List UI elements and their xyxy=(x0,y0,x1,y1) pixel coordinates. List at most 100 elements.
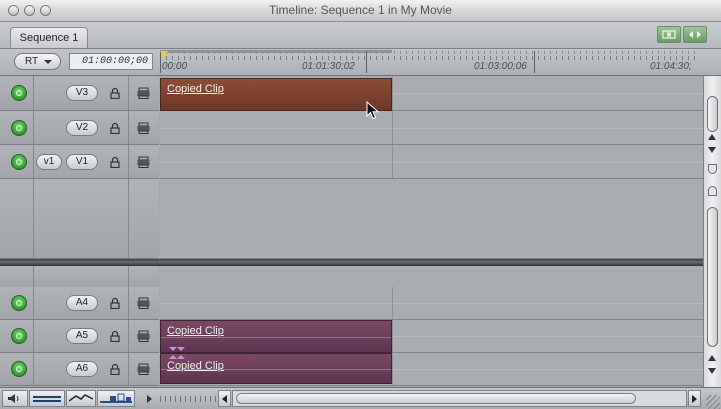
destination-track-button[interactable]: V3 xyxy=(66,85,98,101)
time-ruler[interactable]: 00;00 01:01:30;02 01:03:00;06 01:04:30; xyxy=(160,49,700,75)
destination-track-button[interactable]: A6 xyxy=(66,361,98,377)
timeline-bottom-toolbar xyxy=(0,387,721,409)
video-empty-area xyxy=(0,179,703,259)
track-lane[interactable] xyxy=(160,287,703,320)
scroll-right-button[interactable] xyxy=(688,390,701,407)
scroll-down-arrow-icon[interactable] xyxy=(708,368,716,374)
auto-select-icon[interactable] xyxy=(135,328,151,344)
video-scroll-thumb[interactable] xyxy=(707,96,718,132)
track-lane-empty[interactable] xyxy=(160,266,703,288)
chevron-right-icon xyxy=(692,394,697,403)
zoom-control-button[interactable] xyxy=(97,390,135,407)
chevron-right-icon xyxy=(146,394,152,403)
stereo-pair-icon xyxy=(177,355,185,359)
video-audio-divider[interactable] xyxy=(0,259,703,266)
lock-icon[interactable] xyxy=(107,295,123,311)
lock-icon[interactable] xyxy=(107,85,123,101)
audio-clip[interactable]: Copied Clip xyxy=(160,353,392,384)
header-divider xyxy=(128,320,129,352)
tab-sequence-1[interactable]: Sequence 1 xyxy=(10,27,88,48)
playhead[interactable] xyxy=(160,51,168,58)
horizontal-scrollbar[interactable] xyxy=(232,390,687,407)
header-divider xyxy=(128,353,129,385)
header-divider xyxy=(33,287,34,319)
track-lane[interactable] xyxy=(160,111,703,145)
audio-clip[interactable]: Copied Clip xyxy=(160,320,392,353)
auto-select-icon[interactable] xyxy=(135,295,151,311)
audio-track-height-tab[interactable] xyxy=(708,186,717,196)
lock-icon[interactable] xyxy=(107,154,123,170)
ruler-minor-ticks-top xyxy=(160,51,700,54)
auto-select-icon[interactable] xyxy=(135,154,151,170)
ruler-minor-ticks xyxy=(160,56,700,60)
zoom-slider[interactable] xyxy=(160,390,220,407)
clip-overlays-button[interactable] xyxy=(66,390,96,407)
scroll-left-button[interactable] xyxy=(218,390,231,407)
track-enable-icon[interactable] xyxy=(11,328,27,344)
track-header: A6 xyxy=(0,353,159,386)
audio-vertical-scrollbar[interactable] xyxy=(703,183,721,387)
header-divider xyxy=(33,320,34,352)
audio-controls-button[interactable] xyxy=(2,390,28,407)
audio-empty-area xyxy=(0,266,703,288)
clip-name: Copied Clip xyxy=(167,360,224,372)
zoom-control-icon xyxy=(100,393,132,403)
speaker-icon xyxy=(8,394,19,403)
header-divider xyxy=(33,266,34,287)
header-divider xyxy=(33,179,34,258)
horizontal-scroll-thumb[interactable] xyxy=(236,393,636,404)
snapping-button[interactable] xyxy=(683,26,707,43)
destination-track-button[interactable]: A5 xyxy=(66,328,98,344)
track-enable-icon[interactable] xyxy=(11,154,27,170)
clip-name: Copied Clip xyxy=(167,325,224,337)
scroll-down-arrow-icon[interactable] xyxy=(708,147,716,153)
header-divider xyxy=(33,353,34,385)
track-enable-icon[interactable] xyxy=(11,120,27,136)
source-track-button[interactable]: v1 xyxy=(36,154,62,170)
snapping-icon xyxy=(689,31,701,38)
linking-button[interactable] xyxy=(657,26,681,43)
track-enable-icon[interactable] xyxy=(11,85,27,101)
auto-select-icon[interactable] xyxy=(135,85,151,101)
scroll-up-arrow-icon[interactable] xyxy=(708,134,716,140)
auto-select-icon[interactable] xyxy=(135,361,151,377)
track-enable-icon[interactable] xyxy=(11,361,27,377)
ruler-label: 01:04:30; xyxy=(650,61,692,72)
header-divider xyxy=(33,145,34,178)
destination-track-button[interactable]: A4 xyxy=(66,295,98,311)
current-timecode-field[interactable]: 01:00:00;00 xyxy=(69,53,153,70)
track-header: A4 xyxy=(0,287,159,320)
video-track-height-tab[interactable] xyxy=(708,164,717,174)
lock-icon[interactable] xyxy=(107,361,123,377)
lock-icon[interactable] xyxy=(107,120,123,136)
destination-track-button[interactable]: V2 xyxy=(66,120,98,136)
resize-grip-icon[interactable] xyxy=(706,395,720,409)
track-header: V3 xyxy=(0,76,159,111)
audio-scroll-thumb[interactable] xyxy=(707,207,718,347)
toolbar-disclosure[interactable] xyxy=(142,390,156,407)
video-vertical-scrollbar[interactable] xyxy=(703,76,721,183)
auto-select-icon[interactable] xyxy=(135,120,151,136)
rt-label: RT xyxy=(25,56,39,67)
track-header: V2 xyxy=(0,111,159,145)
tab-strip: Sequence 1 xyxy=(0,22,721,49)
header-divider xyxy=(128,266,129,287)
scroll-up-arrow-icon[interactable] xyxy=(708,355,716,361)
rt-menu-button[interactable]: RT xyxy=(14,53,61,70)
stereo-pair-icon xyxy=(177,347,185,351)
destination-track-button[interactable]: V1 xyxy=(66,154,98,170)
stereo-pair-icon xyxy=(169,355,177,359)
track-row-v1: v1 V1 xyxy=(0,145,703,179)
track-height-button[interactable] xyxy=(29,390,65,407)
track-lane[interactable] xyxy=(160,145,703,179)
ruler-label: 01:01:30;02 xyxy=(302,61,355,72)
chevron-left-icon xyxy=(222,394,227,403)
header-divider xyxy=(128,76,129,110)
track-lane-empty[interactable] xyxy=(160,179,703,259)
track-enable-icon[interactable] xyxy=(11,295,27,311)
video-clip[interactable]: Copied Clip xyxy=(160,78,392,111)
stereo-pair-icon xyxy=(169,347,177,351)
title-bar[interactable]: Timeline: Sequence 1 in My Movie xyxy=(0,0,721,22)
window-title: Timeline: Sequence 1 in My Movie xyxy=(269,3,452,17)
lock-icon[interactable] xyxy=(107,328,123,344)
